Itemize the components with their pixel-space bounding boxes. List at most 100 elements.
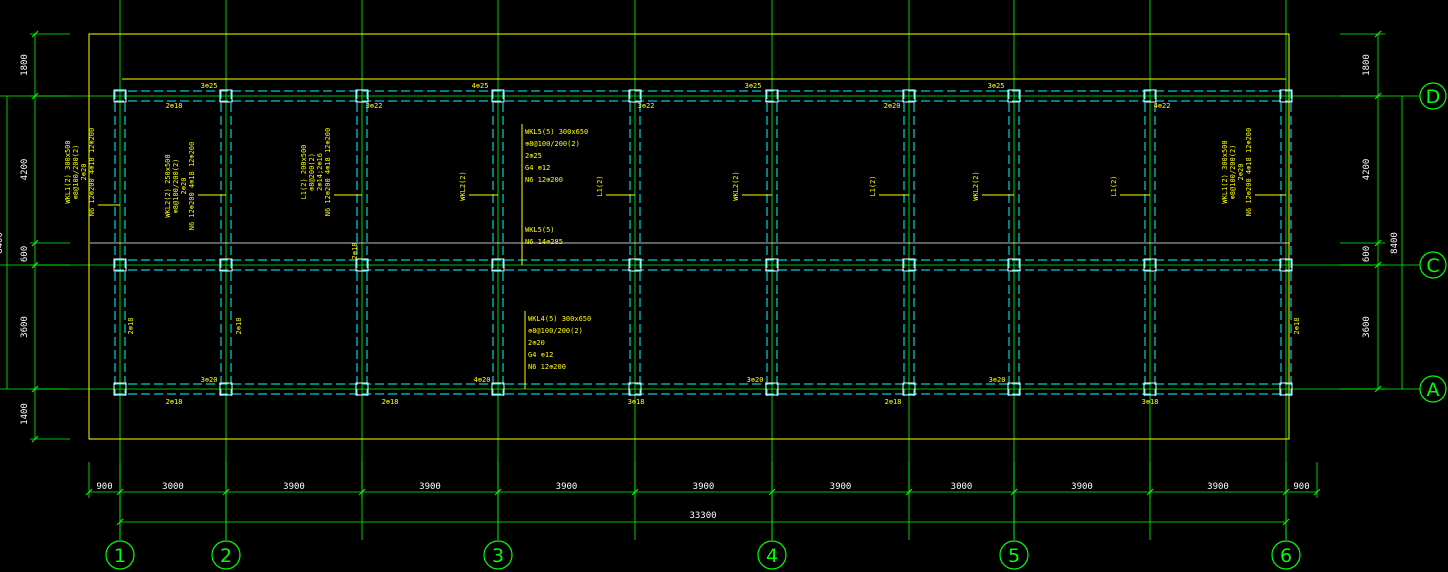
annotation-line: L1(2) xyxy=(596,175,604,196)
rebar-label-top: 3⊕25 xyxy=(201,82,218,90)
axis-bubble-D: D xyxy=(1419,82,1447,110)
annotation-line: 2⊕20 xyxy=(80,164,88,181)
dim-span: 3000 xyxy=(162,482,184,492)
dim-span-right: 600 xyxy=(1362,246,1372,262)
beam-annotation-vertical: WKL1(2) 300x500 ⊕8@100/200(2) 2⊕20 N6 12⊕20… xyxy=(64,128,120,217)
callout-line: WKL5(5) xyxy=(525,226,555,234)
rebar-label-side: 2⊕18 xyxy=(127,318,135,335)
axis-label: C xyxy=(1426,255,1439,277)
rebar-label-bottom: 2⊕18 xyxy=(382,398,399,406)
beam-annotation-vertical: L1(2) xyxy=(596,175,635,197)
rebar-label-bay-bottom: 3⊕20 xyxy=(989,376,1006,384)
rebar-label-top: 4⊕25 xyxy=(472,82,489,90)
dim-span: 3900 xyxy=(556,482,578,492)
axis-label: 6 xyxy=(1280,545,1292,567)
annotation-line: 2⊕20 xyxy=(180,178,188,195)
dim-span-right: 4200 xyxy=(1362,159,1372,181)
beam-annotation-vertical: WKL2(2) xyxy=(459,171,498,201)
annotation-line: N6 12⊕200 4⊕18 12⊕200 xyxy=(188,142,196,231)
axis-bubble-4: 4 xyxy=(757,498,787,570)
beam-callout-lower: WKL4(5) 300x650 ⊕8@100/200(2) 2⊕20 G4 ⊕12 N6… xyxy=(524,311,591,389)
rebar-label-bay: 3⊕22 xyxy=(366,102,383,110)
dim-span: 3900 xyxy=(693,482,715,492)
dim-span: 3900 xyxy=(1071,482,1093,492)
rebar-label-bay-bottom: 3⊕20 xyxy=(201,376,218,384)
annotation-line: 2⊕20 xyxy=(1237,164,1245,181)
annotation-line: L1(2) xyxy=(869,175,877,196)
callout-line: N6 12⊕200 xyxy=(525,176,563,184)
dim-span-right: 3600 xyxy=(1362,316,1372,338)
structural-beam-plan: 900 3000 3900 3900 3900 3900 3900 3000 3900 3900 9… xyxy=(0,0,1447,570)
rebar-label-bottom: 2⊕18 xyxy=(166,398,183,406)
rebar-label-side: 2⊕18 xyxy=(235,318,243,335)
rebar-label-bay: 2⊕18 xyxy=(166,102,183,110)
dim-span: 3900 xyxy=(830,482,852,492)
rebar-label-side: 2⊕18 xyxy=(351,243,359,260)
axis-label: A xyxy=(1427,379,1440,401)
annotation-line: 2⊕14;2⊕16 xyxy=(316,153,324,191)
axis-bubble-1: 1 xyxy=(105,498,135,570)
dim-span-left: 4200 xyxy=(20,159,30,181)
beam-annotation-vertical: WKL2(2) xyxy=(732,171,772,201)
beam-annotation-vertical: WKL2(2) xyxy=(972,171,1014,201)
annotation-line: ⊕8@100/200(2) xyxy=(172,159,180,214)
dim-span: 3900 xyxy=(419,482,441,492)
rebar-label-top: 3⊕25 xyxy=(988,82,1005,90)
rebar-label-side: 2⊕18 xyxy=(1293,318,1301,335)
callout-line: 2⊕25 xyxy=(525,152,542,160)
dim-span: 900 xyxy=(96,482,112,492)
dim-span-left: 3600 xyxy=(20,316,30,338)
axis-label: 4 xyxy=(766,545,778,567)
annotation-line: L1(2) xyxy=(1110,175,1118,196)
slab-outline xyxy=(88,33,1290,440)
rebar-label-bottom: 3⊕18 xyxy=(1142,398,1159,406)
rebar-label-bay: 3⊕22 xyxy=(638,102,655,110)
annotation-line: ⊕8@100/200(2) xyxy=(72,145,80,200)
dim-span-right: 1800 xyxy=(1362,54,1372,76)
callout-line: 2⊕20 xyxy=(528,339,545,347)
rebar-label-bottom: 2⊕18 xyxy=(885,398,902,406)
rebar-label-bottom: 3⊕18 xyxy=(628,398,645,406)
rebar-label-bay-bottom: 4⊕20 xyxy=(474,376,491,384)
callout-line: ⊕8@100/200(2) xyxy=(525,140,580,148)
dim-span-left: 600 xyxy=(20,246,30,262)
dim-span: 3900 xyxy=(1207,482,1229,492)
annotation-line: WKL2(2) xyxy=(732,171,740,201)
axis-bubble-3: 3 xyxy=(483,498,513,570)
beam-annotation-vertical: L1(2) xyxy=(869,175,909,197)
axis-bubble-6: 6 xyxy=(1271,498,1301,570)
annotation-line: WKL1(2) 300x500 xyxy=(1221,140,1229,203)
annotation-line: ⊕8@100/200(2) xyxy=(1229,145,1237,200)
axis-bubble-A: A xyxy=(1419,375,1447,403)
callout-line: ⊕8@100/200(2) xyxy=(528,327,583,335)
dim-span: 3000 xyxy=(951,482,973,492)
dim-span: 900 xyxy=(1293,482,1309,492)
axis-bubble-2: 2 xyxy=(211,498,241,570)
axis-label: D xyxy=(1426,86,1441,108)
dim-partial-left: 8400 xyxy=(0,232,5,254)
rebar-label-top: 3⊕25 xyxy=(745,82,762,90)
beam-annotation-vertical: WKL1(2) 300x500 ⊕8@100/200(2) 2⊕20 N6 12⊕20… xyxy=(1221,128,1286,216)
annotation-line: WKL2(2) 250x500 xyxy=(164,154,172,217)
beam-annotation-vertical: L1(2) 200x500 ⊕8@200(2) 2⊕14;2⊕16 N6 12⊕200… xyxy=(300,128,362,217)
axis-label: 5 xyxy=(1008,545,1020,567)
annotation-line: N6 12⊕200 4⊕18 12⊕200 xyxy=(324,128,332,217)
callout-line: N6 14⊕285 xyxy=(525,238,563,246)
beam-annotation-vertical: L1(2) xyxy=(1110,175,1150,197)
callout-line: N6 12⊕200 xyxy=(528,363,566,371)
callout-line: G4 ⊕12 xyxy=(525,164,550,172)
rebar-label-bay: 4⊕22 xyxy=(1154,102,1171,110)
rebar-label-bay-bottom: 3⊕20 xyxy=(747,376,764,384)
annotation-line: L1(2) 200x500 xyxy=(300,145,308,200)
axis-label: 3 xyxy=(492,545,504,567)
callout-line: WKL4(5) 300x650 xyxy=(528,315,591,323)
rebar-label-bay: 2⊕20 xyxy=(884,102,901,110)
beam-callout-middle: WKL5(5) N6 14⊕285 xyxy=(521,222,563,265)
annotation-line: N6 12⊕200 4⊕18 12⊕200 xyxy=(88,128,96,217)
annotation-line: WKL2(2) xyxy=(972,171,980,201)
callout-line: G4 ⊕12 xyxy=(528,351,553,359)
dim-span-left: 1800 xyxy=(20,54,30,76)
axis-label: 2 xyxy=(220,545,232,567)
annotation-line: WKL1(2) 300x500 xyxy=(64,140,72,203)
dim-total: 33300 xyxy=(689,511,716,521)
